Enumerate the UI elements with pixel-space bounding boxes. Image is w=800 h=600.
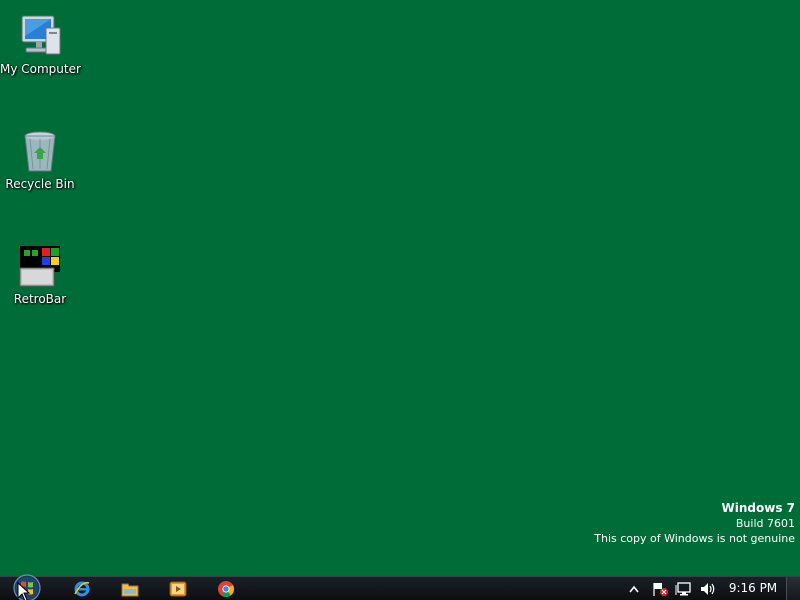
desktop-icon-label: My Computer <box>0 62 81 76</box>
chevron-up-icon <box>629 585 639 593</box>
watermark-notice: This copy of Windows is not genuine <box>594 532 795 545</box>
watermark-build: Build 7601 <box>735 517 795 530</box>
taskbar-file-explorer[interactable] <box>110 578 150 600</box>
action-center-flag-icon <box>653 583 668 596</box>
computer-icon <box>16 12 64 60</box>
volume-button[interactable] <box>697 579 719 599</box>
network-button[interactable] <box>673 579 695 599</box>
desktop-icon-label: RetroBar <box>13 292 67 306</box>
taskbar-clock[interactable]: 9:16 PM <box>724 577 782 600</box>
desktop[interactable]: My Computer Recycle Bin RetroBar Windows… <box>0 0 800 576</box>
desktop-icon-recycle-bin[interactable]: Recycle Bin <box>0 119 80 197</box>
taskbar-internet-explorer[interactable] <box>62 578 102 600</box>
desktop-icon-label: Recycle Bin <box>5 177 75 191</box>
volume-icon <box>701 583 715 595</box>
retrobar-icon <box>16 242 64 290</box>
taskbar-media-player[interactable] <box>158 578 198 600</box>
desktop-icon-my-computer[interactable]: My Computer <box>0 4 81 82</box>
watermark-title: Windows 7 <box>721 501 795 515</box>
internet-explorer-icon <box>74 581 90 597</box>
start-button[interactable] <box>12 573 42 600</box>
show-hidden-icons-button[interactable] <box>623 579 645 599</box>
action-center-button[interactable] <box>649 579 671 599</box>
windows-start-orb-icon <box>13 574 41 600</box>
network-icon <box>675 582 691 596</box>
taskbar-chrome[interactable] <box>206 578 246 600</box>
chrome-icon <box>218 581 234 598</box>
file-explorer-icon <box>121 583 139 597</box>
taskbar: 9:16 PM <box>0 573 800 600</box>
recycle-bin-icon <box>16 127 64 175</box>
desktop-icon-retrobar[interactable]: RetroBar <box>0 234 80 312</box>
show-desktop-button[interactable] <box>786 577 800 600</box>
windows-watermark: Windows 7 Build 7601 This copy of Window… <box>594 501 795 546</box>
media-player-icon <box>169 581 187 597</box>
